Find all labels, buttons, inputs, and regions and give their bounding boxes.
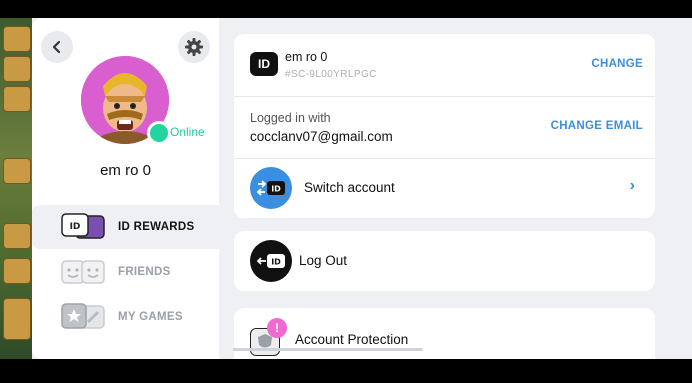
nav-friends[interactable]: FRIENDS [32, 250, 222, 294]
nav-id-rewards[interactable]: ID ID REWARDS [32, 205, 222, 249]
game-shop-icon [3, 56, 31, 82]
account-tag: #SC-9L00YRLPGC [285, 69, 377, 80]
svg-text:ID: ID [271, 258, 281, 267]
chevron-right-icon: › [629, 177, 635, 194]
change-email-button[interactable]: CHANGE EMAIL [551, 120, 643, 132]
id-badge-icon: ID [250, 52, 278, 76]
logged-in-label: Logged in with [250, 111, 331, 125]
switch-account-row[interactable]: ID Switch account › [234, 158, 655, 218]
switch-account-label: Switch account [304, 180, 395, 195]
friends-icon [60, 257, 106, 287]
login-email-row: Logged in with cocclanv07@gmail.com CHAN… [234, 96, 655, 158]
logout-card[interactable]: ID Log Out [234, 231, 655, 291]
back-button[interactable] [41, 31, 73, 63]
account-name: em ro 0 [285, 50, 328, 64]
game-background-strip [0, 18, 32, 359]
logout-icon: ID [250, 240, 292, 282]
gear-icon [185, 38, 203, 56]
logout-label: Log Out [299, 253, 348, 268]
profile-sidebar: Online em ro 0 ID ID REWARDS FRIENDS MY … [32, 18, 222, 359]
app-frame: Online em ro 0 ID ID REWARDS FRIENDS MY … [0, 18, 692, 359]
nav-my-games[interactable]: MY GAMES [32, 295, 222, 339]
online-indicator [147, 121, 171, 145]
alert-icon: ! [267, 318, 287, 338]
account-card: ID em ro 0 #SC-9L00YRLPGC CHANGE Logged … [234, 34, 655, 218]
game-attack-icon [3, 298, 31, 340]
switch-account-icon: ID [250, 167, 292, 209]
online-status: Online [170, 125, 205, 139]
id-rewards-icon: ID [60, 212, 106, 242]
nav-label: ID REWARDS [118, 221, 195, 233]
nav-label: FRIENDS [118, 266, 171, 278]
chevron-left-icon [52, 40, 61, 54]
game-chest-icon [3, 258, 31, 284]
account-protection-label: Account Protection [295, 332, 409, 347]
game-mail-icon [3, 86, 31, 112]
settings-button[interactable] [178, 31, 210, 63]
svg-text:ID: ID [70, 222, 81, 232]
account-protection-card[interactable]: ! Account Protection [234, 308, 655, 359]
home-indicator [233, 348, 423, 351]
svg-text:ID: ID [271, 185, 281, 194]
game-tools-icon [3, 223, 31, 249]
nav-label: MY GAMES [118, 311, 183, 323]
account-email: cocclanv07@gmail.com [250, 129, 393, 144]
profile-name: em ro 0 [100, 162, 151, 179]
change-name-button[interactable]: CHANGE [591, 58, 643, 70]
game-counter-icon [3, 26, 31, 52]
games-icon [60, 302, 106, 332]
game-join-icon [3, 158, 31, 184]
account-name-row: ID em ro 0 #SC-9L00YRLPGC CHANGE [234, 34, 655, 96]
